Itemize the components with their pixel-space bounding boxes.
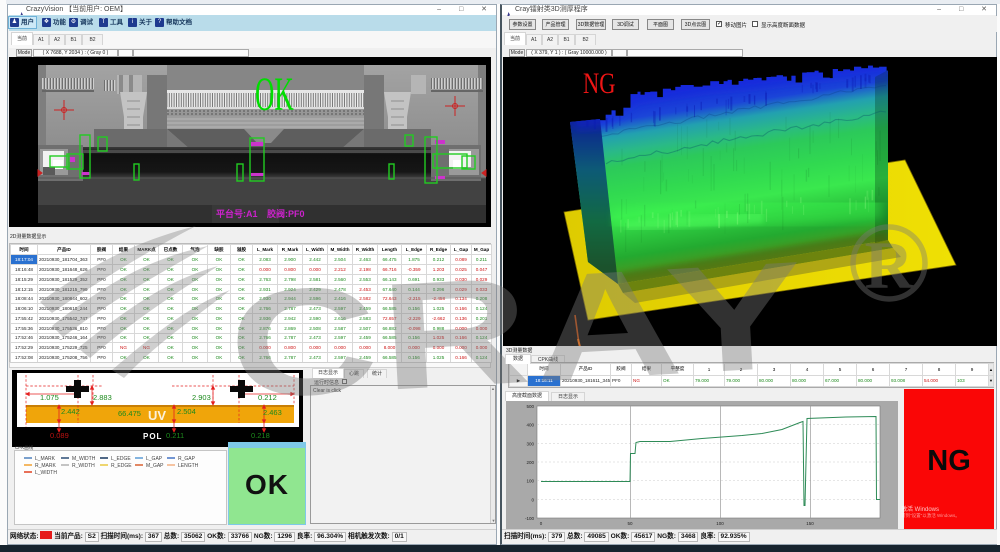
svg-text:100: 100 [716,521,724,526]
svg-text:R_WIDTH: R_WIDTH [72,463,95,469]
svg-text:2.463: 2.463 [263,408,282,417]
svg-text:R_GAP: R_GAP [178,456,196,462]
svg-text:NG: NG [583,66,615,100]
svg-text:L_GAP: L_GAP [146,456,163,462]
svg-text:2.442: 2.442 [61,407,80,416]
svg-text:L_WIDTH: L_WIDTH [35,470,57,476]
svg-text:0.218: 0.218 [251,431,270,440]
svg-text:0: 0 [540,521,543,526]
svg-text:LENGTH: LENGTH [178,463,199,469]
svg-text:50: 50 [627,521,633,526]
svg-text:R_EDGE: R_EDGE [111,463,132,469]
svg-text:胶阀:PF0: 胶阀:PF0 [267,208,305,219]
svg-text:L_EDGE: L_EDGE [111,456,131,462]
svg-text:200: 200 [526,460,534,465]
svg-text:1.075: 1.075 [40,393,59,402]
svg-text:R_MARK: R_MARK [35,463,57,469]
svg-text:300: 300 [526,441,534,446]
svg-text:UV: UV [148,408,166,423]
svg-text:150: 150 [806,521,814,526]
svg-text:-100: -100 [525,516,535,521]
svg-text:66.475: 66.475 [118,409,141,418]
svg-text:平台号:A1: 平台号:A1 [216,208,258,219]
svg-text:0.212: 0.212 [258,393,277,402]
svg-text:M_GAP: M_GAP [146,463,164,469]
svg-text:0.089: 0.089 [50,431,69,440]
svg-text:400: 400 [526,423,534,428]
svg-text:OK: OK [255,68,294,121]
svg-text:0: 0 [531,497,534,502]
svg-text:2.504: 2.504 [177,407,196,416]
svg-text:POL: POL [143,432,162,441]
svg-text:500: 500 [526,404,534,409]
svg-text:2.903: 2.903 [192,393,211,402]
svg-text:100: 100 [526,479,534,484]
svg-text:2.883: 2.883 [93,393,112,402]
svg-text:0.211: 0.211 [166,431,184,440]
svg-text:L_MARK: L_MARK [35,456,56,462]
svg-text:M_WIDTH: M_WIDTH [72,456,96,462]
